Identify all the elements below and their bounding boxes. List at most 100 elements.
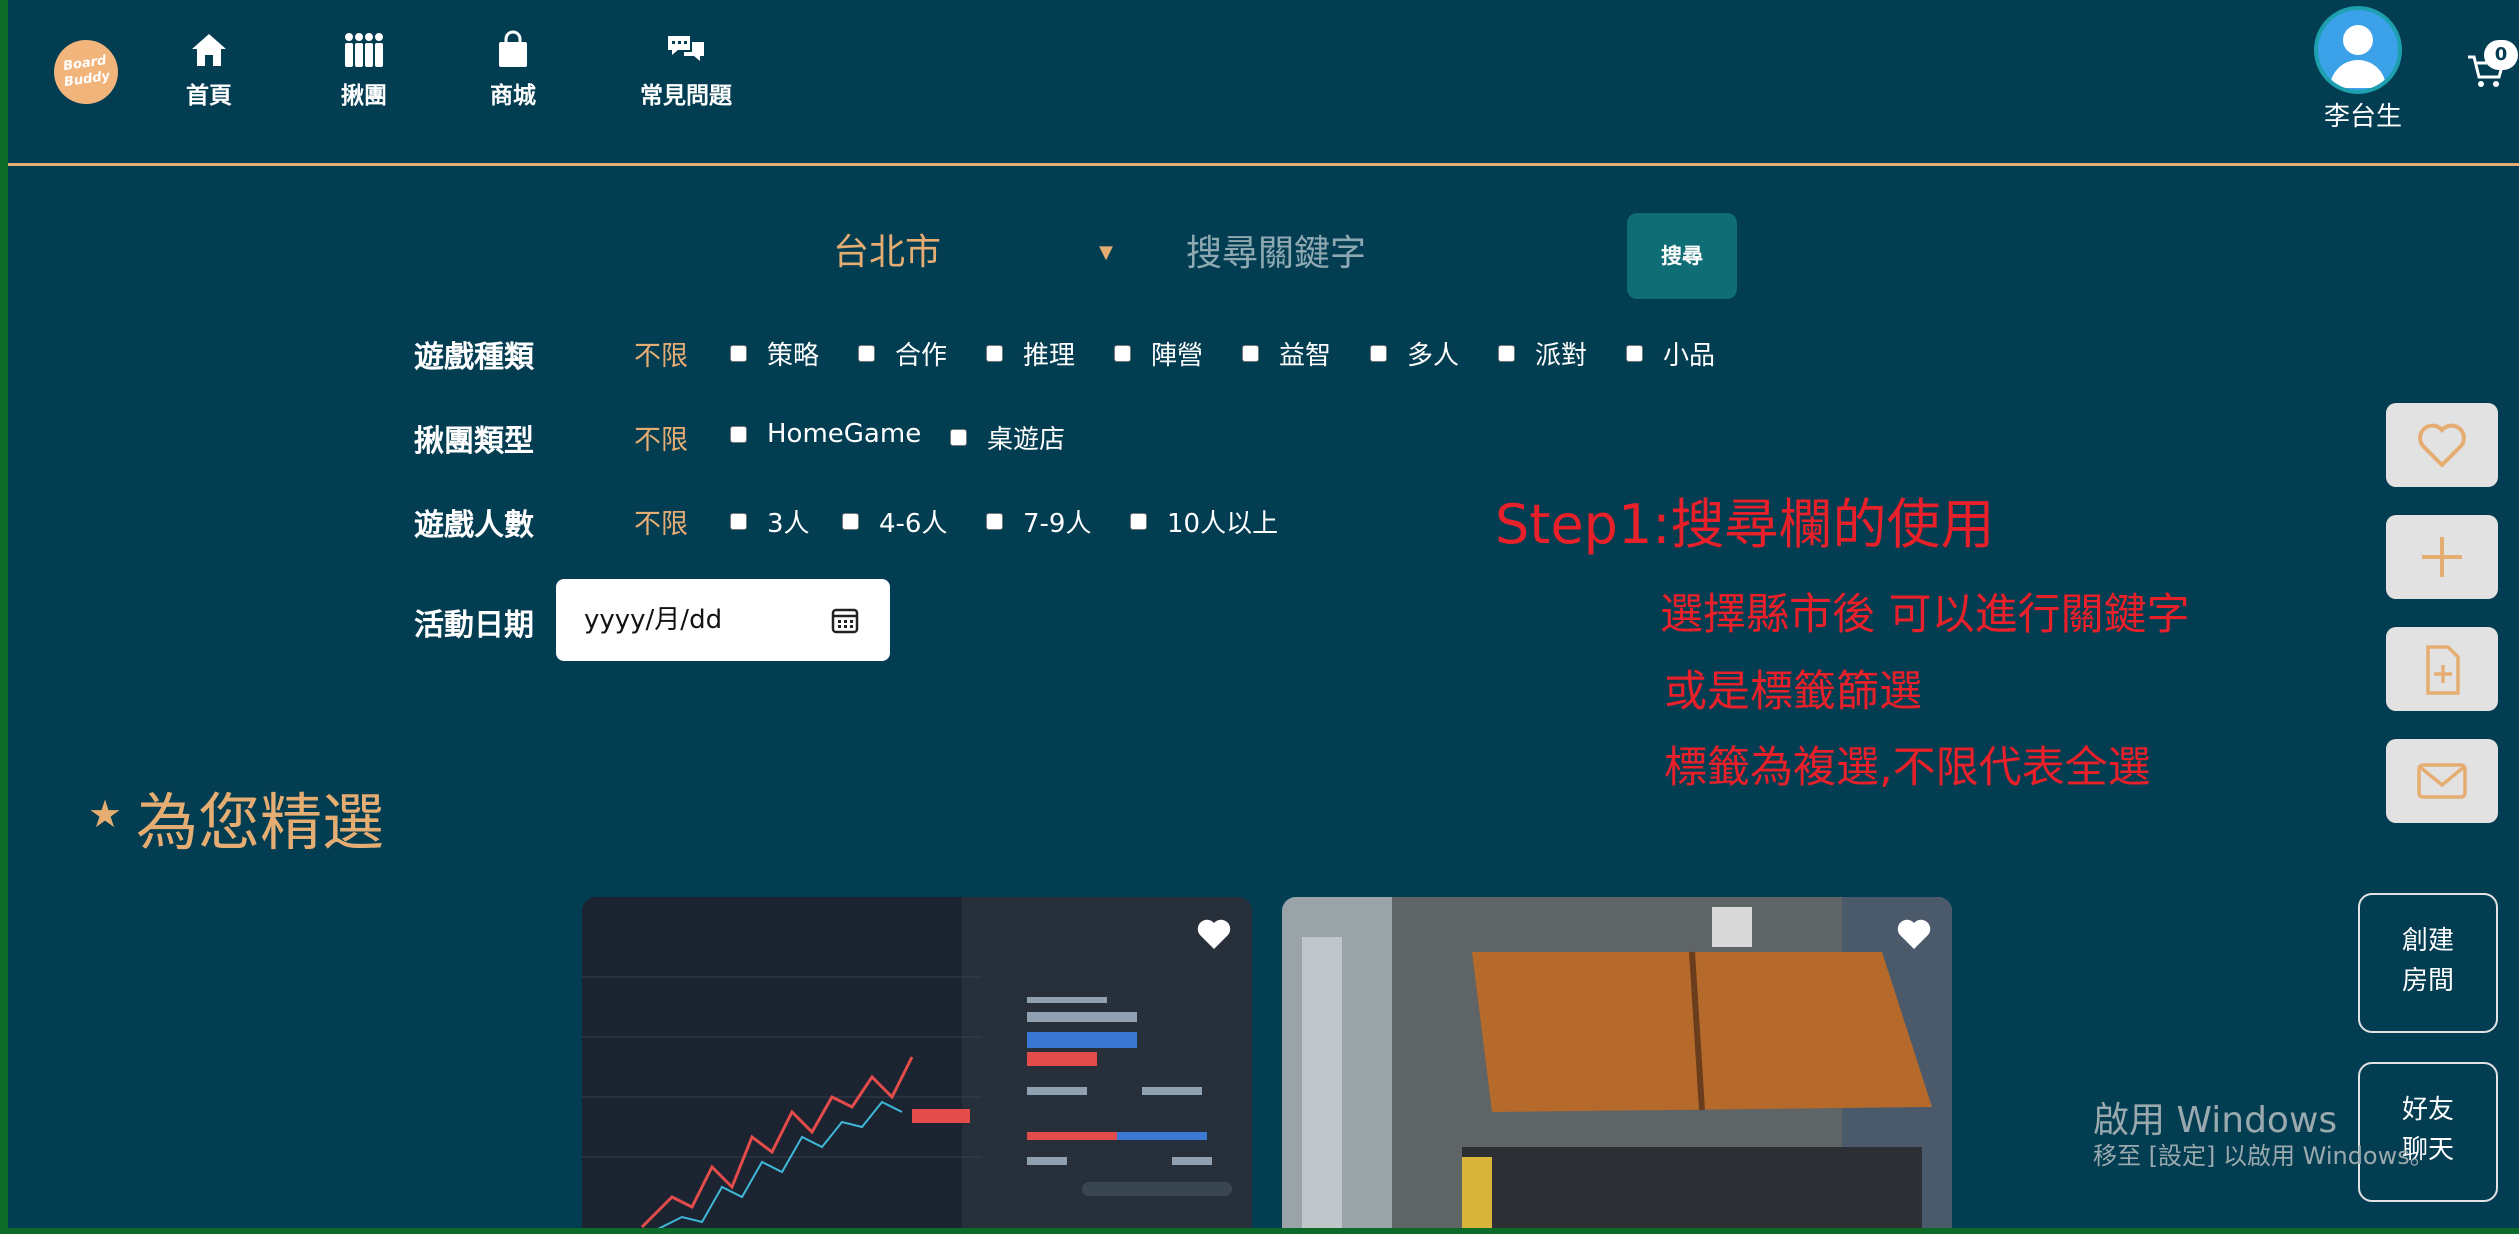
checkbox-box[interactable]: [1242, 345, 1259, 362]
nav-group[interactable]: 揪團: [341, 30, 387, 110]
checkbox-box[interactable]: [730, 345, 747, 362]
group-type-checkbox-store[interactable]: 桌遊店: [950, 419, 1065, 456]
checkbox-label: 3人: [767, 509, 810, 539]
game-type-checkbox-strategy[interactable]: 策略: [730, 335, 819, 372]
search-button[interactable]: 搜尋: [1627, 213, 1737, 299]
featured-section-title: 為您精選: [136, 786, 385, 859]
checkbox-box[interactable]: [986, 345, 1003, 362]
user-avatar-icon: [2330, 25, 2386, 88]
checkbox-label: 合作: [895, 341, 948, 371]
checkbox-label: 小品: [1663, 341, 1716, 371]
city-select-value: 台北市: [833, 232, 942, 273]
city-select[interactable]: 台北市 ▼: [803, 213, 1133, 293]
featured-card[interactable]: [1282, 897, 1952, 1228]
mail-button[interactable]: [2386, 739, 2498, 823]
group-type-any-option[interactable]: 不限: [634, 418, 688, 457]
checkbox-box[interactable]: [858, 345, 875, 362]
new-document-button[interactable]: [2386, 627, 2498, 711]
shopping-bag-icon: [499, 30, 527, 67]
plus-icon: [2422, 537, 2462, 577]
game-type-any-option[interactable]: 不限: [634, 334, 688, 373]
card-image-building: [1282, 897, 1952, 1228]
group-type-checkbox-homegame[interactable]: HomeGame: [730, 419, 921, 449]
player-count-checkbox-4-6[interactable]: 4-6人: [842, 503, 947, 540]
add-document-icon: [2426, 645, 2460, 695]
checkbox-box[interactable]: [1114, 345, 1131, 362]
favorite-heart-icon[interactable]: [1196, 917, 1232, 951]
checkbox-label: 4-6人: [879, 509, 948, 539]
calendar-icon[interactable]: [830, 605, 860, 635]
checkbox-label: 益智: [1279, 341, 1332, 371]
user-avatar[interactable]: [2314, 6, 2402, 94]
windows-activation-watermark-subtitle: 移至 [設定] 以啟用 Windows。: [2093, 1142, 2434, 1170]
user-name[interactable]: 李台生: [2318, 96, 2408, 133]
mail-icon: [2417, 763, 2467, 799]
create-room-line-2: 房間: [2401, 966, 2454, 996]
checkbox-box[interactable]: [730, 425, 747, 443]
friend-chat-button[interactable]: 好友 聊天: [2358, 1062, 2498, 1202]
nav-group-label: 揪團: [341, 83, 387, 109]
nav-shop[interactable]: 商城: [490, 30, 536, 110]
checkbox-box[interactable]: [950, 429, 967, 446]
create-room-line-1: 創建: [2401, 926, 2454, 956]
friend-chat-line-1: 好友: [2401, 1095, 2454, 1125]
nav-shop-label: 商城: [490, 83, 536, 109]
checkbox-box[interactable]: [1370, 345, 1387, 362]
nav-home[interactable]: 首頁: [186, 30, 232, 110]
checkbox-label: 策略: [767, 341, 820, 371]
game-type-checkbox-coop[interactable]: 合作: [858, 335, 947, 372]
player-count-label: 遊戲人數: [414, 508, 534, 543]
chevron-down-icon: ▼: [1099, 242, 1113, 263]
checkbox-box[interactable]: [842, 513, 859, 530]
faq-chat-icon: [668, 36, 704, 61]
group-type-label: 揪團類型: [414, 424, 534, 459]
player-count-any-option[interactable]: 不限: [634, 502, 688, 541]
nav-home-label: 首頁: [186, 83, 232, 109]
checkbox-label: 派對: [1535, 341, 1588, 371]
date-input[interactable]: yyyy/月/dd: [556, 579, 890, 661]
home-icon: [192, 34, 226, 66]
checkbox-label: 多人: [1407, 341, 1460, 371]
card-image-stock-chart: [582, 897, 1252, 1228]
featured-card[interactable]: [582, 897, 1252, 1228]
checkbox-label: 10人以上: [1167, 509, 1279, 539]
checkbox-box[interactable]: [1498, 345, 1515, 362]
game-type-checkbox-faction[interactable]: 陣營: [1114, 335, 1203, 372]
checkbox-box[interactable]: [730, 513, 747, 530]
add-button[interactable]: [2386, 515, 2498, 599]
step-annotation-line-1: 選擇縣市後 可以進行關鍵字: [1660, 590, 2190, 640]
step-annotation-title: Step1:搜尋欄的使用: [1495, 493, 1995, 556]
player-count-checkbox-10plus[interactable]: 10人以上: [1130, 503, 1278, 540]
game-type-checkbox-deduction[interactable]: 推理: [986, 335, 1075, 372]
checkbox-label: 推理: [1023, 341, 1076, 371]
game-type-checkbox-party[interactable]: 派對: [1498, 335, 1587, 372]
nav-faq-label: 常見問題: [640, 83, 732, 109]
step-annotation-line-3: 標籤為複選,不限代表全選: [1664, 743, 2151, 793]
game-type-checkbox-puzzle[interactable]: 益智: [1242, 335, 1331, 372]
checkbox-label: 7-9人: [1023, 509, 1092, 539]
player-count-checkbox-3[interactable]: 3人: [730, 503, 810, 540]
board-buddy-logo[interactable]: Board Buddy: [49, 35, 123, 109]
date-placeholder: yyyy/月/dd: [584, 605, 723, 635]
cart-count-badge: 0: [2484, 40, 2518, 70]
favorite-heart-icon[interactable]: [1896, 917, 1932, 951]
date-label: 活動日期: [414, 608, 534, 643]
game-type-label: 遊戲種類: [414, 340, 534, 375]
favorites-button[interactable]: [2386, 403, 2498, 487]
keyword-search-input[interactable]: [1156, 213, 1596, 293]
checkbox-label: HomeGame: [767, 419, 922, 449]
top-navbar: Board Buddy 首頁 揪團 商城 常見問題 李台生 0: [8, 0, 2519, 166]
nav-faq[interactable]: 常見問題: [640, 30, 732, 110]
step-annotation-line-2: 或是標籤篩選: [1664, 667, 1922, 717]
game-type-checkbox-multiplayer[interactable]: 多人: [1370, 335, 1459, 372]
page: Board Buddy 首頁 揪團 商城 常見問題 李台生 0 台北市 ▼ 搜尋…: [8, 0, 2519, 1228]
checkbox-label: 桌遊店: [987, 425, 1066, 455]
heart-outline-icon: [2418, 423, 2466, 468]
checkbox-box[interactable]: [1626, 345, 1643, 362]
player-count-checkbox-7-9[interactable]: 7-9人: [986, 503, 1091, 540]
create-room-button[interactable]: 創建 房間: [2358, 893, 2498, 1033]
checkbox-box[interactable]: [986, 513, 1003, 530]
checkbox-label: 陣營: [1151, 341, 1204, 371]
checkbox-box[interactable]: [1130, 513, 1147, 530]
game-type-checkbox-filler[interactable]: 小品: [1626, 335, 1715, 372]
